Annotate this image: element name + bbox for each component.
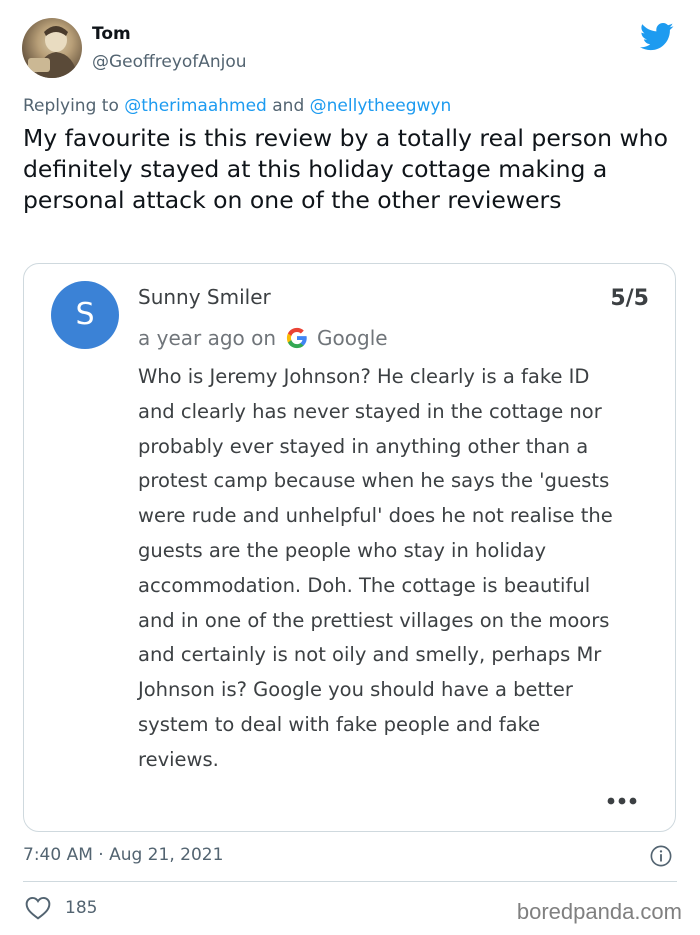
reply-and: and	[272, 96, 305, 116]
tweet-timestamp[interactable]: 7:40 AM · Aug 21, 2021	[23, 845, 223, 865]
author-name[interactable]: Tom	[92, 24, 131, 44]
reply-prefix: Replying to	[23, 96, 119, 116]
twitter-bird-icon	[640, 22, 674, 51]
divider	[23, 881, 677, 882]
review-meta: a year ago on Google	[138, 326, 388, 350]
review-source: Google	[317, 326, 388, 350]
mention-link-2[interactable]: @nellytheegwyn	[310, 96, 452, 116]
author-handle[interactable]: @GeoffreyofAnjou	[92, 52, 247, 72]
like-area[interactable]: 185	[25, 896, 97, 920]
heart-icon[interactable]	[25, 896, 51, 920]
embedded-review-image[interactable]: S Sunny Smiler 5/5 a year ago on Google …	[23, 263, 676, 832]
review-time: a year ago on	[138, 326, 277, 350]
reviewer-avatar: S	[51, 281, 119, 349]
review-score: 5/5	[610, 286, 649, 311]
more-dots-icon[interactable]	[607, 797, 637, 805]
google-g-icon	[286, 327, 307, 349]
reply-context: Replying to @therimaahmed and @nellythee…	[23, 96, 451, 116]
watermark: boredpanda.com	[516, 899, 682, 924]
author-avatar[interactable]	[22, 18, 82, 78]
reviewer-name: Sunny Smiler	[138, 285, 271, 309]
mention-link-1[interactable]: @therimaahmed	[124, 96, 267, 116]
info-icon[interactable]	[650, 845, 672, 867]
like-count: 185	[65, 898, 98, 918]
tweet-header: Tom @GeoffreyofAnjou	[22, 18, 680, 80]
review-body: Who is Jeremy Johnson? He clearly is a f…	[138, 365, 613, 771]
tweet-text: My favourite is this review by a totally…	[23, 124, 668, 214]
